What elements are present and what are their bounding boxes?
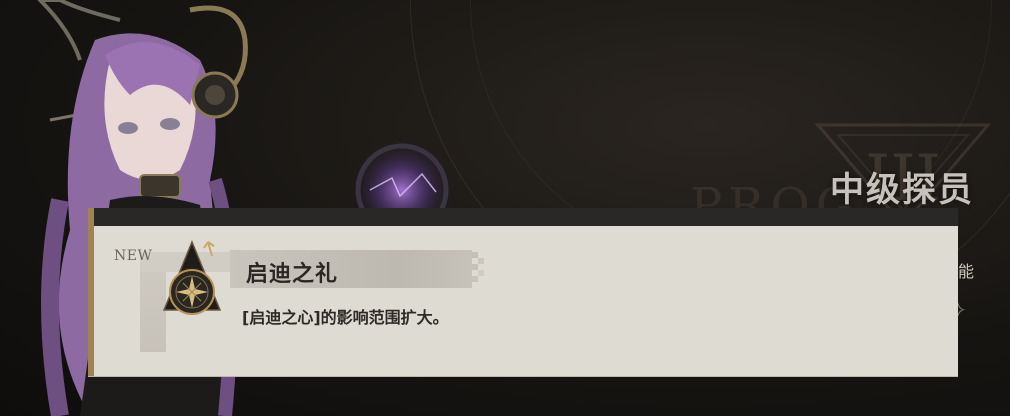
rank-title: 中级探员 [830,170,974,210]
notification-header-bar [88,208,958,226]
title-bar-pixel-fade [472,252,484,282]
skill-unlock-notification[interactable]: NEW 启迪之礼 [启迪之心]的影响范围扩大。 [88,208,958,377]
notification-accent-stripe [88,208,94,376]
new-badge: NEW [114,248,153,264]
side-label: 能 [958,262,975,281]
compass-star-icon [162,240,222,315]
skill-name: 启迪之礼 [246,262,339,287]
skill-description: [启迪之心]的影响范围扩大。 [242,308,449,327]
